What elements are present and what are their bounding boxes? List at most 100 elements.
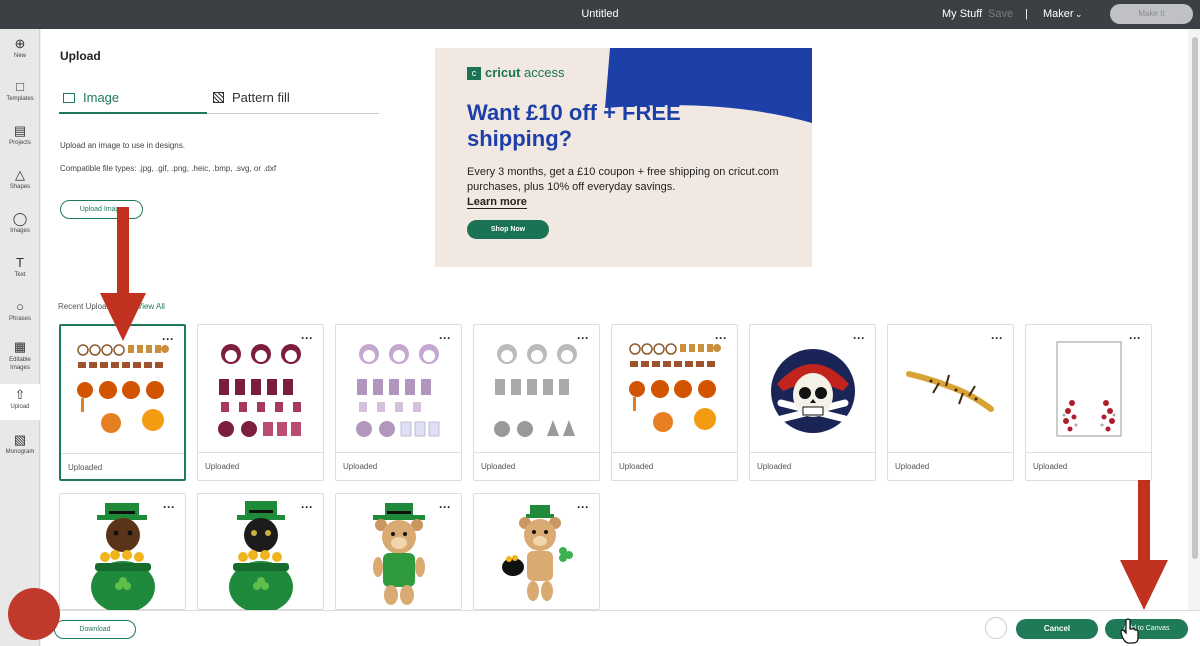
sidebar-item-shapes[interactable]: △ Shapes	[0, 167, 40, 191]
sidebar-item-label: Editable Images	[9, 357, 31, 371]
pattern-icon	[213, 92, 224, 103]
projects-icon: ▤	[13, 123, 27, 138]
top-bar: Untitled My Stuff Save | Maker ⌄ Make It	[0, 0, 1200, 29]
tab-active-indicator	[59, 112, 207, 114]
upload-card[interactable]: ··· Uploaded	[749, 324, 876, 481]
page-title: Upload	[60, 49, 101, 63]
cricut-access-banner[interactable]: c cricut access Want £10 off + FREE shipp…	[435, 48, 812, 267]
upload-card[interactable]: ··· Uploaded	[59, 324, 186, 481]
save-button[interactable]: Save	[988, 8, 1013, 20]
more-options-icon[interactable]: ···	[577, 331, 589, 345]
upload-description: Upload an image to use in designs.	[60, 141, 185, 150]
sidebar-item-label: Phrases	[8, 316, 31, 322]
upload-icon: ⇧	[14, 387, 26, 402]
banner-body: Every 3 months, get a £10 coupon + free …	[467, 166, 779, 193]
cricut-access-logo: c cricut access	[467, 65, 565, 81]
more-options-icon[interactable]: ···	[991, 331, 1003, 345]
chevron-down-icon[interactable]: ⌄	[1075, 9, 1083, 20]
more-options-icon[interactable]: ···	[577, 500, 589, 514]
scrollbar-thumb[interactable]	[1192, 37, 1198, 559]
upload-caption: Uploaded	[888, 452, 1013, 482]
my-stuff-link[interactable]: My Stuff	[942, 8, 982, 20]
upload-card[interactable]: ··· Uploaded	[1025, 324, 1152, 481]
sidebar-item-images[interactable]: ◯ Images	[0, 211, 40, 235]
more-options-icon[interactable]: ···	[301, 331, 313, 345]
banner-headline: Want £10 off + FREE shipping?	[467, 100, 681, 151]
vertical-scrollbar[interactable]	[1190, 29, 1200, 610]
cricut-logo-icon: c	[467, 67, 481, 81]
left-sidebar: ⊕ New □ Templates ▤ Projects △ Shapes ◯ …	[0, 29, 40, 646]
upload-caption: Uploaded	[1026, 452, 1151, 482]
sidebar-item-text[interactable]: T Text	[0, 255, 40, 279]
tab-label: Pattern fill	[232, 90, 290, 105]
sidebar-item-phrases[interactable]: ○ Phrases	[0, 299, 40, 323]
add-to-canvas-button[interactable]: Add to Canvas	[1105, 619, 1188, 639]
editable-images-icon: ▦	[13, 339, 27, 354]
sidebar-item-label: Monogram	[5, 449, 35, 455]
machine-select[interactable]: Maker	[1043, 8, 1074, 20]
image-icon	[63, 93, 75, 103]
lightbulb-icon: ◯	[12, 211, 28, 226]
upload-card[interactable]: ··· Uploaded	[473, 324, 600, 481]
monogram-icon: ▧	[13, 432, 27, 447]
sidebar-item-label: Text	[14, 272, 26, 278]
upload-card[interactable]: ···	[59, 493, 186, 610]
upload-caption: Uploaded	[336, 452, 461, 482]
selected-image-preview	[985, 617, 1007, 639]
tab-image[interactable]: Image	[63, 90, 119, 105]
upload-caption: Uploaded	[750, 452, 875, 482]
craft-with-sarah-logo	[8, 588, 60, 640]
sidebar-item-new[interactable]: ⊕ New	[0, 36, 40, 60]
more-options-icon[interactable]: ···	[715, 331, 727, 345]
more-options-icon[interactable]: ···	[439, 331, 451, 345]
sidebar-item-label: Shapes	[9, 184, 31, 190]
learn-more-link[interactable]: Learn more	[467, 196, 527, 209]
shirt-icon: □	[16, 79, 24, 94]
brand-name: cricut	[485, 65, 521, 80]
upload-caption: Uploaded	[612, 452, 737, 482]
text-icon: T	[16, 255, 24, 270]
download-button[interactable]: Download	[54, 620, 136, 639]
shapes-icon: △	[15, 167, 25, 182]
topbar-separator: |	[1025, 8, 1028, 20]
more-options-icon[interactable]: ···	[853, 331, 865, 345]
sidebar-item-label: Upload	[10, 404, 30, 410]
annotation-arrow-icon	[100, 207, 146, 341]
tab-label: Image	[83, 90, 120, 105]
sidebar-item-upload[interactable]: ⇧ Upload	[0, 384, 40, 420]
upload-caption: Uploaded	[61, 453, 184, 483]
upload-card[interactable]: ···	[335, 493, 462, 610]
shop-now-button[interactable]: Shop Now	[467, 220, 549, 239]
plus-circle-icon: ⊕	[14, 36, 26, 51]
brand-suffix: access	[524, 65, 565, 80]
upload-card[interactable]: ···	[197, 493, 324, 610]
upload-card[interactable]: ··· Uploaded	[887, 324, 1014, 481]
more-options-icon[interactable]: ···	[163, 500, 175, 514]
sidebar-item-monogram[interactable]: ▧ Monogram	[0, 432, 40, 456]
more-options-icon[interactable]: ···	[301, 500, 313, 514]
upload-card[interactable]: ··· Uploaded	[335, 324, 462, 481]
speech-bubble-icon: ○	[16, 299, 24, 314]
sidebar-item-label: Projects	[9, 140, 31, 146]
upload-card[interactable]: ···	[473, 493, 600, 610]
more-options-icon[interactable]: ···	[439, 500, 451, 514]
hand-cursor-icon	[1120, 618, 1139, 644]
more-options-icon[interactable]: ···	[1129, 331, 1141, 345]
sidebar-item-label: New	[13, 53, 26, 59]
tab-pattern-fill[interactable]: Pattern fill	[213, 90, 290, 105]
annotation-arrow-icon	[1120, 480, 1168, 610]
sidebar-item-label: Templates	[6, 96, 34, 102]
upload-caption: Uploaded	[474, 452, 599, 482]
upload-card[interactable]: ··· Uploaded	[197, 324, 324, 481]
more-options-icon[interactable]: ···	[162, 332, 174, 346]
sidebar-item-projects[interactable]: ▤ Projects	[0, 123, 40, 147]
project-title[interactable]: Untitled	[0, 8, 1200, 20]
compatible-file-types: Compatible file types: .jpg, .gif, .png,…	[60, 164, 277, 173]
sidebar-item-label: Images	[10, 228, 30, 234]
cancel-button[interactable]: Cancel	[1016, 619, 1098, 639]
sidebar-item-editable-images[interactable]: ▦ Editable Images	[0, 340, 40, 372]
upload-caption: Uploaded	[198, 452, 323, 482]
sidebar-item-templates[interactable]: □ Templates	[0, 79, 40, 103]
upload-card[interactable]: ··· Uploaded	[611, 324, 738, 481]
make-it-button[interactable]: Make It	[1110, 4, 1193, 24]
